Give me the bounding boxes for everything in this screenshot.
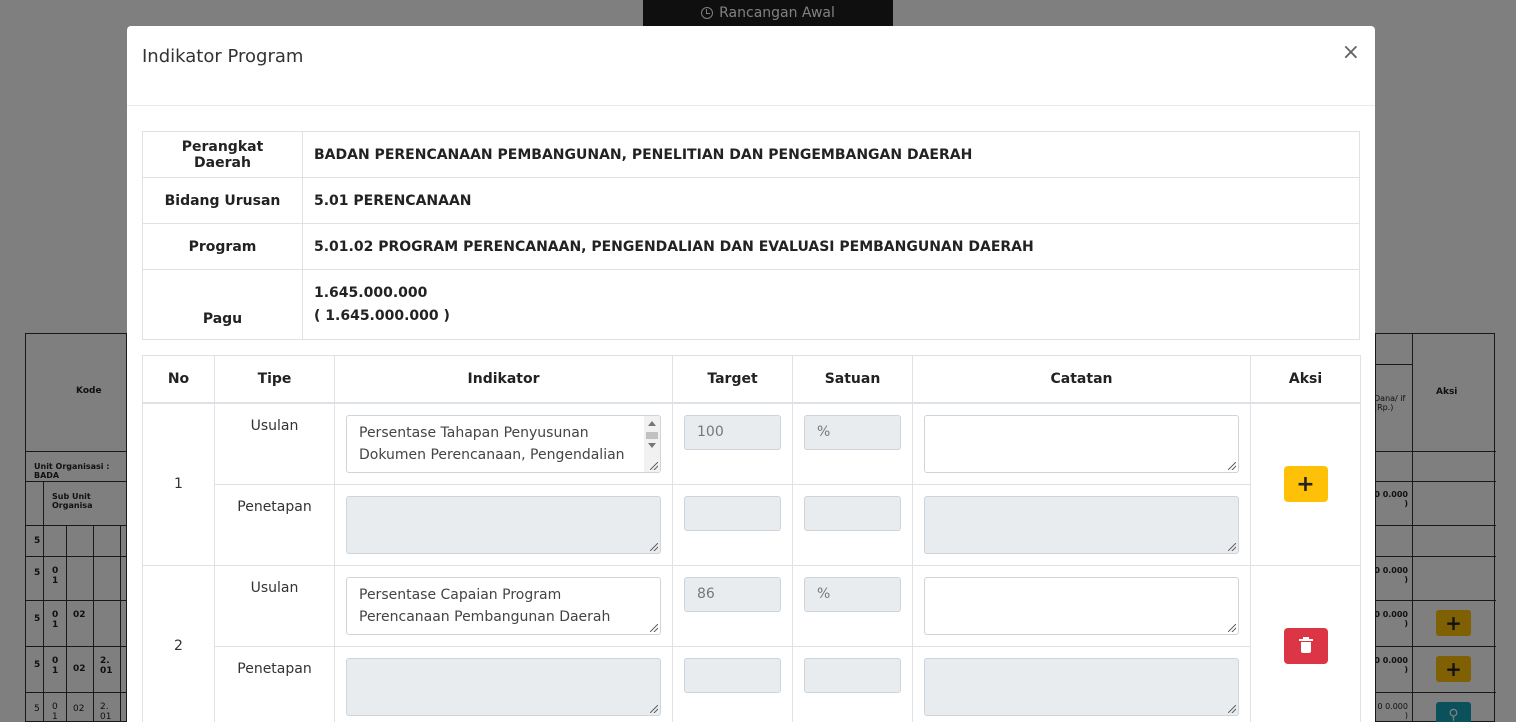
program-value: 5.01.02 PROGRAM PERENCANAAN, PENGENDALIA…: [302, 223, 1360, 270]
program-info-table: Perangkat Daerah BADAN PERENCANAAN PEMBA…: [142, 131, 1360, 340]
bidang-urusan-value: 5.01 PERENCANAAN: [302, 177, 1360, 224]
pagu-label: Pagu: [142, 269, 303, 340]
indikator-textarea[interactable]: Persentase Capaian Program Perencanaan P…: [346, 576, 661, 635]
tipe-penetapan: Penetapan: [214, 483, 335, 566]
indikator-text: Persentase Capaian Program Perencanaan P…: [359, 586, 611, 625]
header-aksi: Aksi: [1250, 355, 1361, 404]
resize-handle-icon[interactable]: [650, 623, 658, 632]
header-indikator: Indikator: [334, 355, 673, 404]
perangkat-daerah-value: BADAN PERENCANAAN PEMBANGUNAN, PENELITIA…: [302, 131, 1360, 178]
penetapan-indikator-textarea: [346, 657, 661, 716]
table-row: 1 Usulan Persentase Tahapan Penyusunan D…: [142, 402, 1361, 566]
resize-handle-icon: [650, 704, 658, 713]
tipe-penetapan: Penetapan: [214, 645, 335, 722]
plus-icon: +: [1296, 471, 1315, 497]
pagu-value-cell: 1.645.000.000 ( 1.645.000.000 ): [302, 269, 1360, 340]
add-indikator-button[interactable]: +: [1283, 466, 1328, 502]
penetapan-indikator-textarea: [346, 495, 661, 554]
indikator-program-modal: Indikator Program × Perangkat Daerah BAD…: [127, 26, 1375, 722]
satuan-input[interactable]: %: [804, 414, 901, 450]
program-label: Program: [142, 223, 303, 270]
row-number: 2: [142, 564, 215, 722]
modal-title: Indikator Program: [142, 46, 304, 67]
pagu-value-paren: ( 1.645.000.000 ): [314, 307, 450, 324]
catatan-textarea[interactable]: [924, 576, 1239, 635]
resize-handle-icon[interactable]: [1228, 461, 1236, 470]
modal-header: Indikator Program ×: [127, 26, 1375, 106]
tipe-usulan: Usulan: [214, 402, 335, 485]
resize-handle-icon: [1228, 704, 1236, 713]
trash-icon: [1298, 637, 1313, 653]
indikator-table: No Tipe Indikator Target Satuan Catatan …: [142, 355, 1361, 722]
close-icon[interactable]: ×: [1342, 42, 1360, 64]
table-row: Penetapan: [143, 645, 1361, 722]
perangkat-daerah-label: Perangkat Daerah: [142, 131, 303, 178]
tipe-usulan: Usulan: [214, 564, 335, 647]
resize-handle-icon: [650, 542, 658, 551]
header-tipe: Tipe: [214, 355, 335, 404]
catatan-textarea[interactable]: [924, 414, 1239, 473]
penetapan-catatan-textarea: [924, 657, 1239, 716]
target-input[interactable]: 100: [684, 414, 781, 450]
resize-handle-icon[interactable]: [1228, 623, 1236, 632]
penetapan-target-input: [684, 495, 781, 531]
penetapan-satuan-input: [804, 495, 901, 531]
header-no: No: [142, 355, 215, 404]
penetapan-target-input: [684, 657, 781, 693]
penetapan-catatan-textarea: [924, 495, 1239, 554]
target-input[interactable]: 86: [684, 576, 781, 612]
bidang-urusan-label: Bidang Urusan: [142, 177, 303, 224]
table-row: 2 Usulan Persentase Capaian Program Pere…: [142, 564, 1361, 722]
delete-indikator-button[interactable]: [1283, 628, 1328, 664]
indikator-text: Persentase Tahapan Penyusunan Dokumen Pe…: [359, 424, 625, 463]
indikator-textarea[interactable]: Persentase Tahapan Penyusunan Dokumen Pe…: [346, 414, 661, 473]
header-catatan: Catatan: [912, 355, 1251, 404]
resize-handle-icon[interactable]: [650, 461, 658, 470]
pagu-value: 1.645.000.000: [314, 284, 428, 301]
header-target: Target: [672, 355, 793, 404]
row-number: 1: [142, 402, 215, 566]
resize-handle-icon: [1228, 542, 1236, 551]
satuan-input[interactable]: %: [804, 576, 901, 612]
table-row: Penetapan: [143, 483, 1361, 566]
header-satuan: Satuan: [792, 355, 913, 404]
penetapan-satuan-input: [804, 657, 901, 693]
